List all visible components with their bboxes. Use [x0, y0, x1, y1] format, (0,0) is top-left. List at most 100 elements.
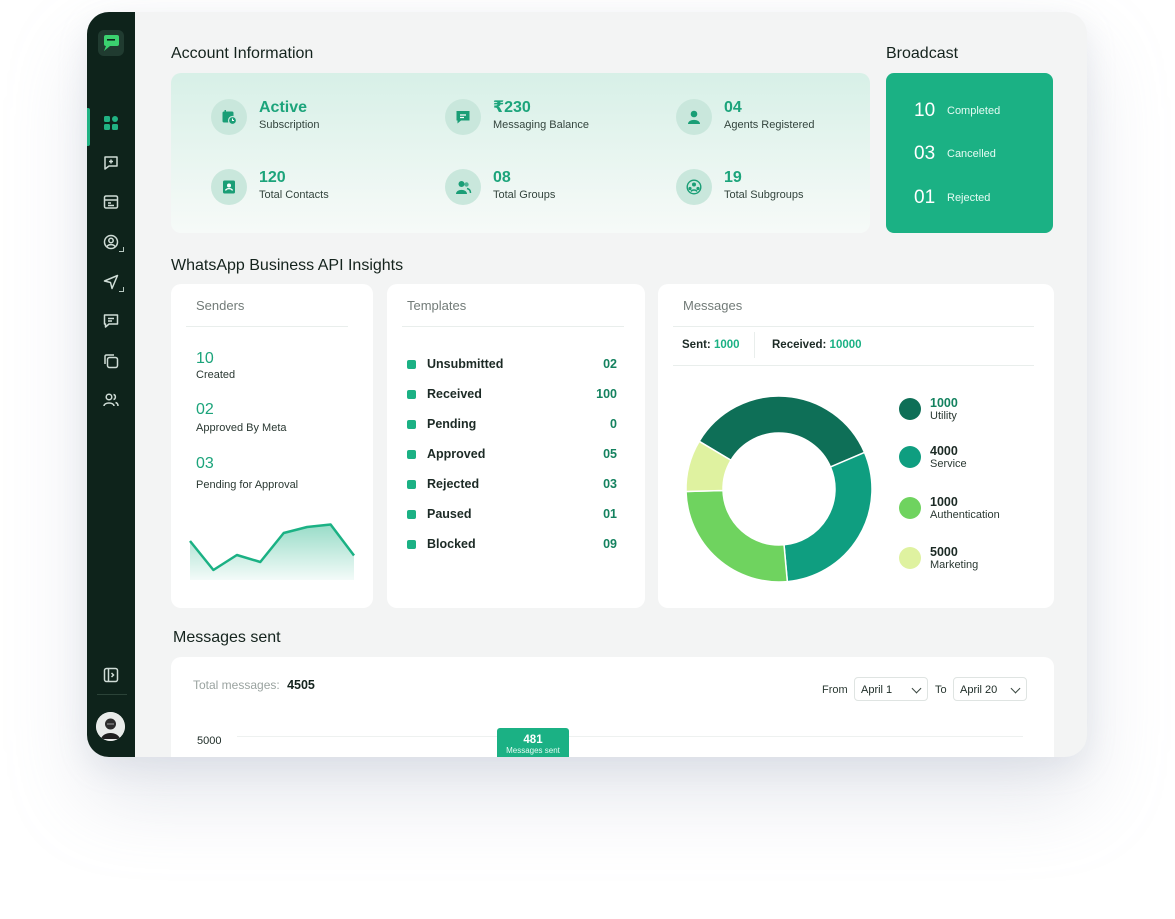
agent-icon	[676, 99, 712, 135]
legend-dot-utility	[899, 398, 921, 420]
template-row-paused[interactable]: Paused 01	[407, 505, 617, 523]
template-value: 0	[610, 417, 617, 431]
account-item-balance: ₹230 Messaging Balance	[445, 99, 589, 135]
nav-messages[interactable]	[87, 306, 135, 336]
messages-divider-2	[673, 365, 1034, 366]
send-icon	[103, 274, 119, 290]
legend-utility-name: Utility	[930, 410, 957, 422]
nav-templates[interactable]	[87, 187, 135, 217]
contacts-label: Total Contacts	[259, 189, 329, 201]
legend-marketing-value: 5000	[930, 545, 958, 559]
template-row-pending[interactable]: Pending 0	[407, 415, 617, 433]
total-messages-label: Total messages:	[193, 678, 280, 692]
sparkline-area	[190, 524, 354, 580]
balance-value: ₹230	[493, 99, 531, 116]
account-item-contacts: 120 Total Contacts	[211, 169, 329, 205]
messages-sent-bar[interactable]: 481 Messages sent	[497, 728, 569, 757]
template-row-approved[interactable]: Approved 05	[407, 445, 617, 463]
nav-copy[interactable]	[87, 346, 135, 376]
user-circle-icon	[103, 234, 119, 250]
calendar-clock-icon	[211, 99, 247, 135]
senders-card: Senders 10 Created 02 Approved By Meta 0…	[171, 284, 373, 608]
senders-approved-label: Approved By Meta	[196, 422, 287, 434]
broadcast-row-completed: 10 Completed	[914, 100, 1000, 122]
subgroups-label: Total Subgroups	[724, 189, 804, 201]
template-label: Paused	[427, 507, 472, 521]
from-date-value: April 1	[861, 684, 893, 696]
chevron-down-icon	[911, 683, 922, 694]
template-label: Approved	[427, 447, 486, 461]
template-row-rejected[interactable]: Rejected 03	[407, 475, 617, 493]
subgroups-value: 19	[724, 169, 742, 186]
messages-sent-stat: Sent: 1000	[682, 339, 740, 351]
to-label: To	[935, 684, 947, 696]
bullet-icon	[407, 449, 416, 459]
group-icon	[445, 169, 481, 205]
y-axis-tick: 5000	[197, 735, 222, 747]
agents-value: 04	[724, 99, 742, 116]
legend-utility: 1000 Utility	[899, 396, 958, 422]
received-label: Received:	[772, 339, 827, 351]
agents-label: Agents Registered	[724, 119, 815, 131]
received-value: 10000	[829, 339, 862, 351]
account-info-card: Active Subscription ₹230 Messaging Balan…	[171, 73, 870, 233]
bullet-icon	[407, 389, 416, 399]
nav-dashboard[interactable]	[87, 108, 135, 146]
account-info-title: Account Information	[171, 45, 314, 62]
legend-marketing: 5000 Marketing	[899, 545, 978, 571]
template-label: Unsubmitted	[427, 357, 504, 371]
legend-service-name: Service	[930, 458, 967, 470]
legend-authentication-value: 1000	[930, 495, 958, 509]
bullet-icon	[407, 509, 416, 519]
chart-gridline	[237, 736, 1023, 737]
messages-received-stat: Received: 10000	[772, 339, 862, 351]
senders-pending-value: 03	[196, 455, 214, 472]
legend-service: 4000 Service	[899, 444, 967, 470]
templates-card: Templates Unsubmitted 02 Received 100 Pe…	[387, 284, 645, 608]
template-value: 02	[603, 357, 617, 371]
template-icon	[103, 195, 119, 209]
donut-slice-service[interactable]	[783, 451, 873, 583]
nav-users[interactable]	[87, 385, 135, 415]
broadcast-completed-value: 10	[914, 100, 936, 121]
account-item-subscription: Active Subscription	[211, 99, 320, 135]
expand-corner-icon	[119, 247, 124, 252]
from-label: From	[822, 684, 848, 696]
app-logo-icon	[98, 30, 124, 56]
template-value: 03	[603, 477, 617, 491]
subscription-value: Active	[259, 99, 308, 116]
avatar[interactable]	[96, 712, 125, 741]
groups-label: Total Groups	[493, 189, 556, 201]
donut-slice-authentication[interactable]	[685, 489, 789, 583]
account-item-agents: 04 Agents Registered	[676, 99, 815, 135]
nav-chat-add[interactable]	[87, 148, 135, 178]
template-row-blocked[interactable]: Blocked 09	[407, 535, 617, 553]
sidebar-divider	[97, 694, 127, 695]
messages-divider	[673, 326, 1034, 327]
contacts-book-icon	[211, 169, 247, 205]
broadcast-title: Broadcast	[886, 45, 959, 62]
bullet-icon	[407, 479, 416, 489]
message-icon	[103, 314, 119, 328]
legend-marketing-name: Marketing	[930, 559, 979, 571]
templates-title: Templates	[407, 298, 467, 313]
account-item-groups: 08 Total Groups	[445, 169, 555, 205]
from-date-select[interactable]: April 1	[854, 677, 928, 701]
bar-label: Messages sent	[506, 746, 560, 755]
legend-dot-authentication	[899, 497, 921, 519]
stats-separator	[754, 332, 755, 358]
template-row-unsubmitted[interactable]: Unsubmitted 02	[407, 355, 617, 373]
collapse-sidebar-button[interactable]	[87, 660, 135, 690]
messages-sent-title: Messages sent	[173, 629, 281, 646]
broadcast-cancelled-label: Cancelled	[947, 148, 996, 160]
nav-contacts[interactable]	[87, 227, 135, 257]
chat-add-icon	[104, 156, 118, 170]
template-value: 05	[603, 447, 617, 461]
senders-created-label: Created	[196, 369, 236, 381]
expand-corner-icon	[119, 287, 124, 292]
senders-approved-value: 02	[196, 401, 214, 418]
to-date-select[interactable]: April 20	[953, 677, 1027, 701]
template-row-received[interactable]: Received 100	[407, 385, 617, 403]
nav-broadcast[interactable]	[87, 267, 135, 297]
messages-title: Messages	[683, 298, 743, 313]
